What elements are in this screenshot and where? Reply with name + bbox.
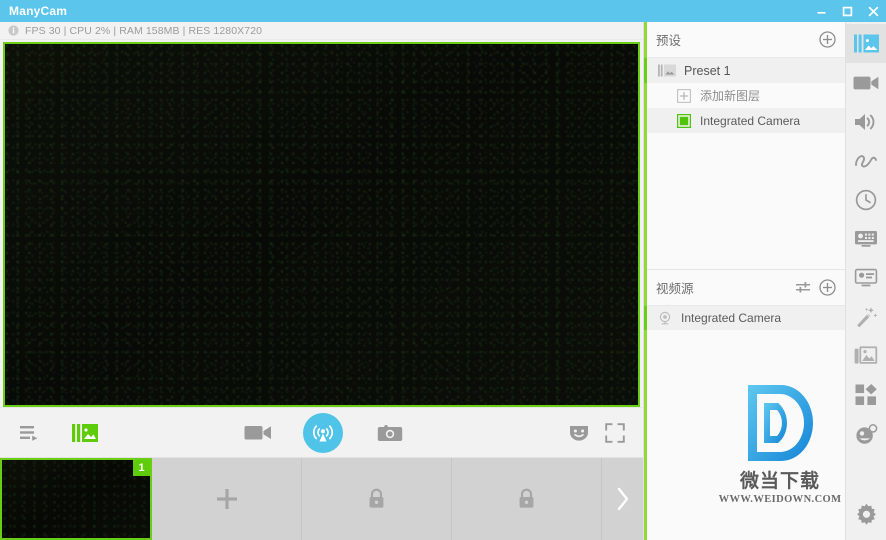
video-source-title: 视频源: [656, 281, 694, 296]
video-source-active-accent: [644, 305, 647, 330]
presets-panel-title: 预设: [656, 34, 682, 48]
webcam-icon: [659, 311, 671, 324]
video-camera-icon: [853, 76, 879, 89]
manycam-window: ManyCam FPS 30 | CPU 2% | RAM 158MB | RE…: [0, 0, 886, 540]
presets-header-actions: [819, 31, 836, 48]
thumbnail-slot-locked-1[interactable]: [302, 458, 452, 540]
thumbnail-slot-add[interactable]: [152, 458, 302, 540]
close-button[interactable]: [860, 0, 886, 22]
clock-icon: [855, 189, 877, 210]
maximize-button[interactable]: [834, 0, 860, 22]
layers-icon: [853, 34, 879, 53]
lock-icon: [519, 488, 534, 508]
broadcast-icon: [312, 424, 334, 441]
video-source-item-label: Integrated Camera: [681, 310, 782, 325]
sliders-icon[interactable]: [796, 281, 811, 294]
camera-icon: [377, 424, 403, 441]
chroma-key-icon: [855, 230, 877, 247]
add-video-source-icon[interactable]: [819, 278, 836, 296]
presets-panel-header: 预设: [644, 22, 845, 58]
rail-item-settings[interactable]: [846, 495, 886, 534]
green-square-icon: [677, 113, 691, 128]
thumbnails-next-button[interactable]: [602, 458, 643, 540]
preset-layers-icon: [658, 64, 676, 77]
panel-empty-area: [644, 329, 845, 540]
fullscreen-button[interactable]: [602, 420, 628, 446]
theater-mask-icon: [569, 425, 589, 441]
video-stage: [0, 40, 643, 407]
snapshot-button[interactable]: [375, 420, 405, 446]
rail-item-schedule[interactable]: [846, 180, 886, 219]
video-noise-surface: [5, 44, 638, 405]
rail-item-media[interactable]: [846, 336, 886, 375]
layer-item-add[interactable]: 添加新图层: [644, 83, 845, 108]
scribble-icon: [855, 154, 877, 167]
window-controls: [808, 0, 886, 22]
video-camera-icon: [244, 426, 271, 440]
chevron-right-icon: [617, 487, 628, 511]
video-source-panel: 视频源 Integrated Camera: [644, 268, 845, 330]
mask-button[interactable]: [566, 420, 592, 446]
lock-icon: [369, 488, 384, 508]
preset-item-1[interactable]: Preset 1: [644, 58, 845, 83]
right-panel: 预设 Preset 1 添加新图层 Integrated Camera 视频源 …: [643, 22, 845, 540]
video-source-actions: [796, 278, 836, 296]
rail-item-draw[interactable]: [846, 141, 886, 180]
panel-scroll-indicator[interactable]: [644, 22, 647, 540]
rail-item-chroma[interactable]: [846, 219, 886, 258]
stats-text: FPS 30 | CPU 2% | RAM 158MB | RES 1280X7…: [25, 24, 263, 37]
gear-icon: [856, 503, 876, 525]
magic-wand-icon: [857, 306, 878, 327]
right-icon-rail: [845, 22, 886, 540]
main-body: FPS 30 | CPU 2% | RAM 158MB | RES 1280X7…: [0, 22, 886, 540]
layer-item-camera[interactable]: Integrated Camera: [644, 108, 845, 133]
app-title: ManyCam: [9, 4, 68, 18]
layers-button[interactable]: [71, 420, 99, 446]
speaker-icon: [855, 113, 875, 130]
face-mask-icon: [856, 423, 878, 444]
fullscreen-icon: [605, 422, 625, 443]
record-button[interactable]: [243, 420, 273, 446]
plus-icon: [216, 489, 237, 509]
thumbnail-preview: [2, 460, 150, 538]
layers-icon: [72, 423, 98, 442]
rail-item-effects[interactable]: [846, 297, 886, 336]
rail-item-video[interactable]: [846, 63, 886, 102]
layer-item-label: 添加新图层: [700, 89, 761, 103]
rail-item-audio[interactable]: [846, 102, 886, 141]
thumbnail-badge: 1: [133, 460, 150, 476]
rail-item-masks[interactable]: [846, 414, 886, 453]
layer-item-label: Integrated Camera: [700, 113, 801, 128]
left-column: FPS 30 | CPU 2% | RAM 158MB | RES 1280X7…: [0, 22, 643, 540]
playlist-button[interactable]: [18, 420, 44, 446]
rail-item-apps[interactable]: [846, 375, 886, 414]
lower-third-icon: [854, 268, 878, 286]
rail-item-lower-third[interactable]: [846, 258, 886, 297]
thumbnail-slot-1[interactable]: 1: [0, 458, 152, 540]
gallery-icon: [854, 346, 878, 364]
preset-item-label: Preset 1: [684, 63, 731, 78]
title-bar: ManyCam: [0, 0, 886, 22]
status-info-bar: FPS 30 | CPU 2% | RAM 158MB | RES 1280X7…: [0, 22, 643, 40]
preset-active-accent: [644, 58, 647, 83]
info-icon: [8, 25, 19, 36]
broadcast-button[interactable]: [303, 412, 343, 453]
control-bar: [0, 407, 643, 458]
rail-item-layers[interactable]: [845, 24, 886, 63]
video-preview[interactable]: [3, 42, 640, 407]
add-preset-icon[interactable]: [819, 31, 836, 48]
video-source-item-1[interactable]: Integrated Camera: [644, 305, 845, 330]
minimize-button[interactable]: [808, 0, 834, 22]
grid-apps-icon: [855, 383, 877, 405]
add-layer-icon: [677, 88, 691, 103]
thumbnail-strip: 1: [0, 458, 643, 540]
playlist-icon: [20, 425, 38, 441]
thumbnail-slot-locked-2[interactable]: [452, 458, 602, 540]
video-source-header: 视频源: [644, 269, 845, 306]
presets-list: Preset 1 添加新图层 Integrated Camera: [644, 58, 845, 269]
